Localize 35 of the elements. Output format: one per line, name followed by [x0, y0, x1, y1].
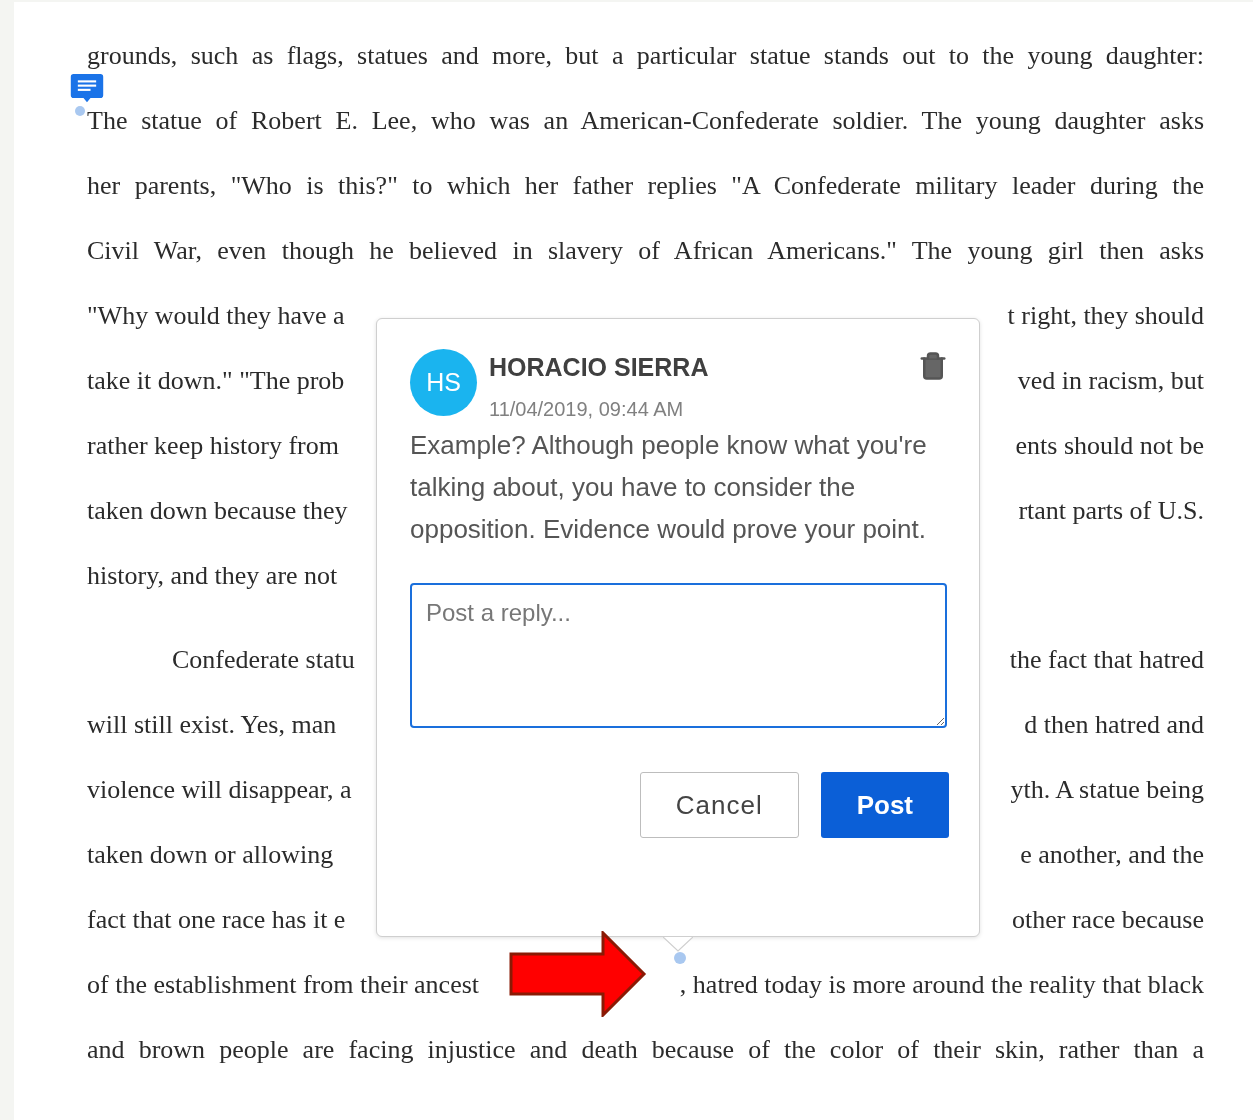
document-line: other race because [1012, 904, 1204, 936]
document-line: d then hatred and [1024, 709, 1204, 741]
document-line: , hatred today is more around the reality that black [679, 969, 1204, 1001]
document-line: taken down or allowing [87, 839, 334, 871]
document-line: rtant parts of U.S. [1018, 495, 1204, 527]
trash-icon [918, 351, 948, 381]
post-button[interactable]: Post [820, 772, 949, 838]
document-line: ved in racism, but [1017, 365, 1204, 397]
document-line: grounds, such as flags, statues and more, but a particular statue stands out to the young daughter: [87, 40, 1204, 72]
document-line: her parents, "Who is this?" to which her father replies "A Confederate military leader during the [87, 170, 1204, 202]
document-line: fact that one race has it e [87, 904, 346, 936]
comment-text: Example? Although people know what you're talking about, you have to consider the opposition. Evidence would prove your point. [410, 429, 928, 546]
cancel-button[interactable]: Cancel [639, 772, 799, 838]
author-name: HORACIO SIERRA [489, 352, 710, 383]
document-line: and brown people are facing injustice and death because of the color of their skin, rather than a [87, 1034, 1204, 1066]
document-line: history, and they are not [87, 560, 338, 592]
delete-button[interactable] [918, 351, 948, 381]
document-line: will still exist. Yes, man [87, 709, 337, 741]
document-line: Confederate statu [171, 644, 355, 676]
comment-timestamp: 11/04/2019, 09:44 AM [489, 397, 685, 422]
document-line: taken down because they [87, 495, 348, 527]
document-line: e another, and the [1020, 839, 1204, 871]
document-line: t right, they should [1007, 300, 1204, 332]
document-line: the fact that hatred [1009, 644, 1204, 676]
document-line: ents should not be [1015, 430, 1204, 462]
avatar: HS [410, 349, 477, 416]
document-line: of the establishment from their ancest [87, 969, 480, 1001]
document-line: The statue of Robert E. Lee, who was an American-Confederate soldier. The young daughter asks [87, 105, 1204, 137]
document-line: yth. A statue being [1010, 774, 1204, 806]
document-line: Civil War, even though he believed in slavery of African Americans." The young girl then asks [87, 235, 1204, 267]
document-line: violence will disappear, a [87, 774, 352, 806]
document-line: rather keep history from [87, 430, 339, 462]
document-line: "Why would they have a [87, 300, 345, 332]
reply-field[interactable]: Post a reply... [410, 583, 947, 728]
document-line: take it down." "The prob [87, 365, 345, 397]
